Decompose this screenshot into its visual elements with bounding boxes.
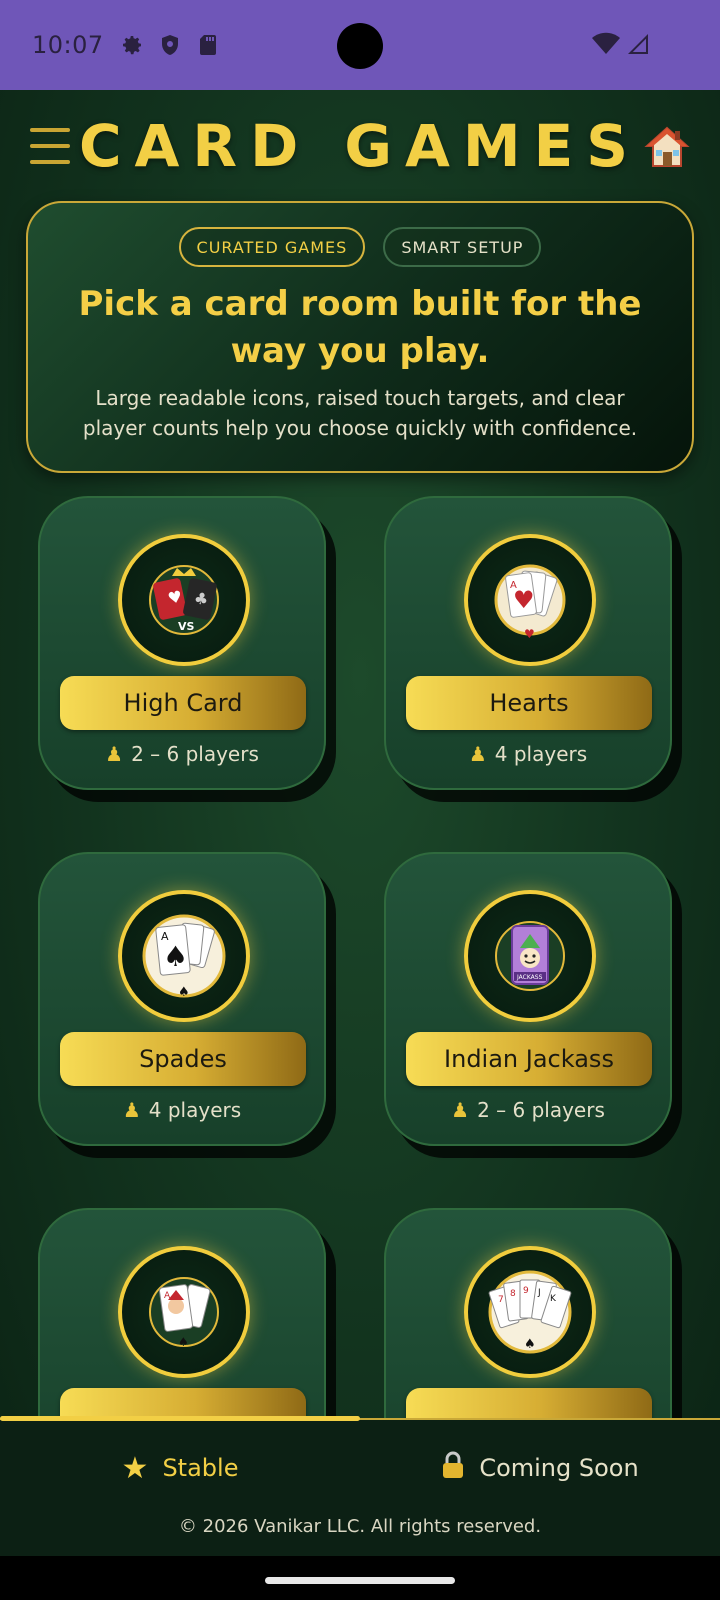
game-title: High Card [60,676,306,730]
fan-cards-icon: 7 8 9 J K ♠ [464,1246,596,1378]
copyright-text: © 2026 Vanikar LLC. All rights reserved. [178,1516,542,1537]
game-card-indian-jackass[interactable]: JACKASS Indian Jackass ♟ 2 – 6 players [384,852,672,1146]
cellular-signal-icon [628,34,648,54]
tab-stable-label: Stable [162,1454,239,1482]
pawn-icon: ♟ [122,1098,141,1122]
jackass-icon: JACKASS [464,890,596,1022]
svg-text:8: 8 [510,1289,516,1299]
svg-text:9: 9 [523,1286,529,1296]
game-title: Hearts [406,676,652,730]
status-icons-right [592,32,650,56]
pawn-icon: ♟ [105,742,124,766]
svg-text:A: A [164,1291,171,1301]
svg-text:♥: ♥ [513,586,535,614]
tab-coming-soon-label: Coming Soon [479,1454,639,1482]
pawn-icon: ♟ [468,742,487,766]
app-title: CARD GAMES [78,112,642,180]
status-bar: 10:07 [0,0,720,90]
svg-text:J: J [537,1288,541,1298]
pawn-icon: ♟ [451,1098,470,1122]
game-card-high-card[interactable]: ♥ ♣ VS High Card ♟ 2 – 6 players [38,496,326,790]
header: CARD GAMES [0,90,720,200]
svg-text:7: 7 [498,1295,504,1305]
game-title: Spades [60,1032,306,1086]
svg-text:♠: ♠ [524,1337,536,1352]
chip-smart-setup[interactable]: SMART SETUP [383,227,542,267]
shield-icon [161,35,178,55]
app-screen: CARD GAMES CURATED GAMES SMART SETUP Pic… [0,90,720,1556]
star-icon: ★ [121,1450,149,1486]
svg-text:VS: VS [178,620,195,633]
joker-cards-icon: A ♠ [118,1246,250,1378]
wifi-icon [592,32,620,54]
system-nav-bar [0,1556,720,1600]
tab-coming-soon[interactable]: Coming Soon [360,1448,720,1488]
home-icon[interactable] [644,124,690,170]
player-count: ♟ 4 players [468,742,588,766]
hearts-icon: A ♥ ♥ [464,534,596,666]
spades-icon: A ♠ ♠ [118,890,250,1022]
svg-text:♠: ♠ [178,1335,189,1349]
camera-cutout [337,23,383,69]
home-gesture-handle[interactable] [265,1577,455,1584]
lock-icon [441,1451,465,1485]
bottom-tab-bar: ★ Stable Coming Soon © 2026 Vanikar LLC.… [0,1416,720,1556]
hero-title: Pick a card room built for the way you p… [78,284,642,371]
game-card-hearts[interactable]: A ♥ ♥ Hearts ♟ 4 players [384,496,672,790]
sd-card-icon [199,35,216,55]
tab-selected-indicator [0,1416,360,1421]
svg-text:♠: ♠ [163,940,188,973]
status-icons-left [120,33,220,57]
high-card-icon: ♥ ♣ VS [118,534,250,666]
settings-icon [122,36,141,55]
game-title: Indian Jackass [406,1032,652,1086]
status-time: 10:07 [32,31,104,59]
player-count: ♟ 2 – 6 players [105,742,259,766]
tab-stable[interactable]: ★ Stable [0,1448,360,1488]
hero-chips: CURATED GAMES SMART SETUP [28,227,692,267]
hero-subtitle: Large readable icons, raised touch targe… [82,386,638,440]
hero-banner: CURATED GAMES SMART SETUP Pick a card ro… [26,201,694,473]
chip-curated-games[interactable]: CURATED GAMES [178,227,366,267]
player-count: ♟ 2 – 6 players [451,1098,605,1122]
svg-text:♥: ♥ [524,627,535,641]
player-count: ♟ 4 players [122,1098,242,1122]
game-card-spades[interactable]: A ♠ ♠ Spades ♟ 4 players [38,852,326,1146]
svg-text:JACKASS: JACKASS [516,974,543,981]
svg-text:♠: ♠ [178,985,190,1000]
